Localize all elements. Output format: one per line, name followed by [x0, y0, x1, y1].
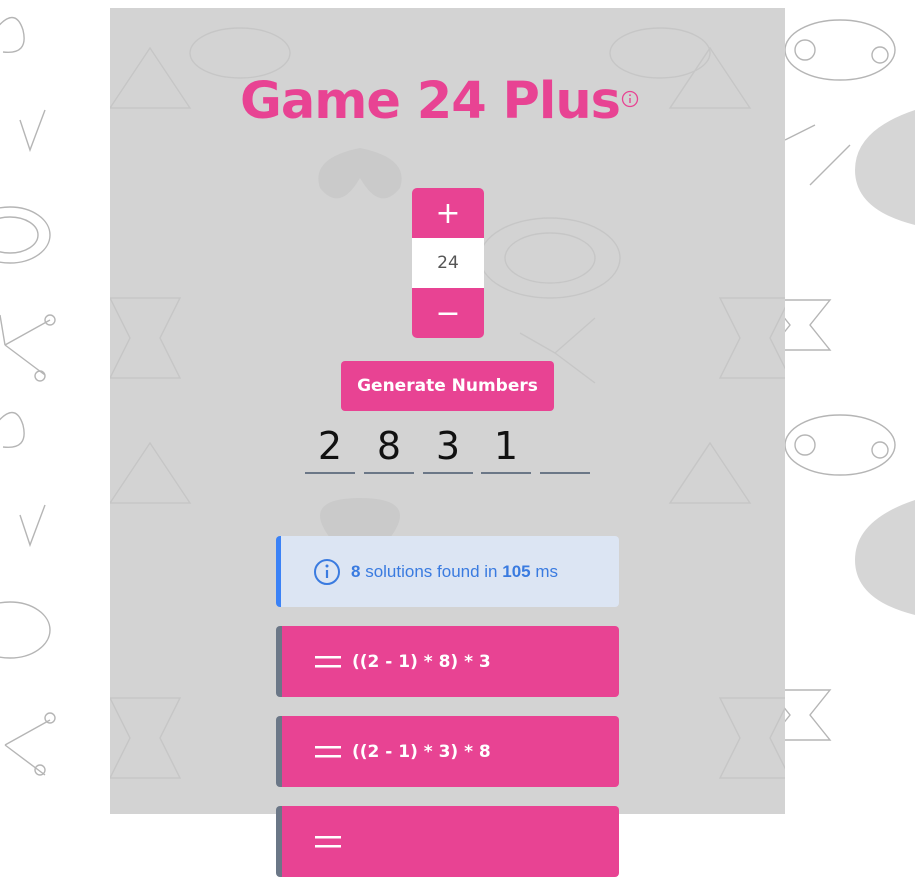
- equals-icon: [315, 835, 341, 847]
- solutions-notice: 8 solutions found in 105 ms: [276, 536, 619, 607]
- number-field[interactable]: 8: [364, 420, 414, 474]
- time-unit: ms: [530, 561, 558, 581]
- solution-expression: ((2 - 1) * 8) * 3: [352, 651, 491, 672]
- solution-expression: ((2 - 1) * 3) * 8: [352, 741, 491, 762]
- number-field[interactable]: 1: [481, 420, 531, 474]
- title-row: Game 24 Plus: [240, 66, 660, 136]
- solution-item[interactable]: ((2 - 1) * 8) * 3: [276, 626, 619, 697]
- target-stepper: + −: [412, 188, 484, 338]
- number-field[interactable]: 2: [305, 420, 355, 474]
- number-field[interactable]: [540, 420, 590, 474]
- target-input[interactable]: [412, 238, 484, 288]
- increment-button[interactable]: +: [412, 188, 484, 238]
- decrement-button[interactable]: −: [412, 288, 484, 338]
- solution-item[interactable]: ((2 - 1) * 3) * 8: [276, 716, 619, 787]
- number-field[interactable]: 3: [423, 420, 473, 474]
- equals-icon: [315, 745, 341, 757]
- notice-middle: solutions found in: [360, 561, 503, 581]
- generate-numbers-button[interactable]: Generate Numbers: [341, 361, 554, 411]
- notice-text: 8 solutions found in 105 ms: [351, 562, 558, 582]
- equals-icon: [315, 655, 341, 667]
- info-circle-icon[interactable]: [621, 90, 639, 108]
- page-title: Game 24 Plus: [240, 71, 621, 131]
- solution-item[interactable]: [276, 806, 619, 877]
- solve-time: 105: [502, 561, 531, 581]
- info-circle-icon: [314, 558, 340, 585]
